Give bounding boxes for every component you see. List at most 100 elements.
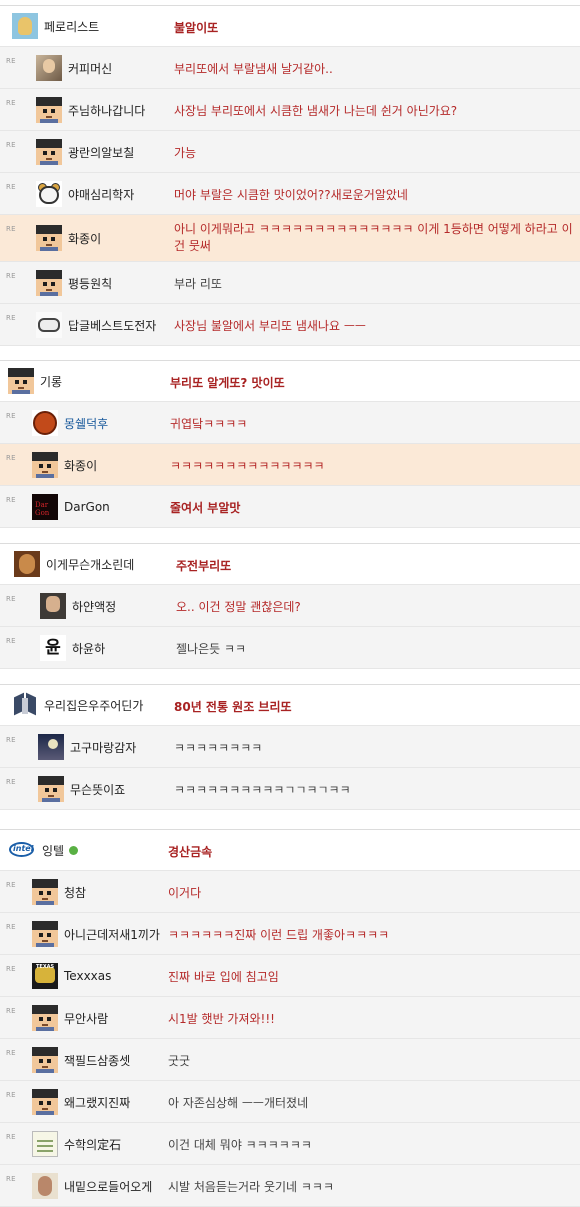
comment-text: 사장님 불알에서 부리또 냄새나요 ㅡㅡ bbox=[174, 319, 366, 333]
shell-avatar[interactable] bbox=[32, 410, 58, 436]
reply-row: RE 아니근데저새1끼가 ㅋㅋㅋㅋㅋㅋ진짜 이런 드립 개좋아ㅋㅋㅋㅋ bbox=[0, 913, 580, 955]
avatar-text: 윤 bbox=[45, 638, 61, 658]
dark-avatar[interactable]: Dar Gon bbox=[32, 494, 58, 520]
username[interactable]: 답글베스트도전자 bbox=[68, 317, 156, 334]
username[interactable]: 화종이 bbox=[64, 457, 97, 474]
username[interactable]: 잉텔 bbox=[42, 842, 64, 859]
avatar-text: TEXAS bbox=[36, 964, 55, 970]
night-avatar[interactable] bbox=[38, 734, 64, 760]
username[interactable]: 평등원칙 bbox=[68, 275, 112, 292]
gamepad-avatar[interactable] bbox=[36, 312, 62, 338]
comment-thread: 기롱 부리또 알게또? 맛이또 RE 몽쉘덕후 귀엽닼ㅋㅋㅋㅋ RE 화종이 ㅋㅋㅋㅋㅋㅋㅋㅋ… bbox=[0, 360, 580, 528]
reply-arrow-icon: RE bbox=[6, 923, 16, 931]
main-comment-row: 우리집은우주어딘가 80년 전통 원조 브리또 bbox=[0, 685, 580, 726]
duck-avatar[interactable] bbox=[12, 13, 38, 39]
reply-row: RE 내밑으로들어오게 시발 처음듣는거라 웃기네 ㅋㅋㅋ bbox=[0, 1165, 580, 1207]
comment-thread: intel 잉텔 경산금속 RE 청참 이거다 RE 아니근데저새1끼가 ㅋㅋㅋㅋㅋㅋ진짜 이런… bbox=[0, 829, 580, 1207]
user-info: 왜그랬지진짜 bbox=[32, 1089, 130, 1115]
main-comment-row: 기롱 부리또 알게또? 맛이또 bbox=[0, 361, 580, 402]
user-info: 야매심리학자 bbox=[36, 181, 134, 207]
intel-avatar[interactable]: intel bbox=[8, 837, 36, 863]
reply-row: RE 야매심리학자 머야 부랄은 시큼한 맛이었어??새로운거알았네 bbox=[0, 173, 580, 215]
username[interactable]: 청참 bbox=[64, 884, 86, 901]
username[interactable]: 무안사람 bbox=[64, 1010, 108, 1027]
reply-arrow-icon: RE bbox=[6, 141, 16, 149]
reply-row: RE 주님하나갑니다 사장님 부리또에서 시큼한 냄새가 나는데 쉰거 아닌가요? bbox=[0, 89, 580, 131]
yun-avatar[interactable]: 윤 bbox=[40, 635, 66, 661]
username[interactable]: 기롱 bbox=[40, 373, 62, 390]
user-info: 고구마랑감자 bbox=[38, 734, 136, 760]
comment-text: 굿굿 bbox=[168, 1054, 191, 1068]
username[interactable]: 무슨뜻이죠 bbox=[70, 781, 125, 798]
pixel-face-avatar[interactable] bbox=[32, 921, 58, 947]
comment-thread: 이게무슨개소린데 주전부리또 RE 하얀액정 오.. 이건 정말 괜찮은데? RE 윤 하윤하… bbox=[0, 543, 580, 669]
username[interactable]: 광란의알보칠 bbox=[68, 144, 134, 161]
reply-arrow-icon: RE bbox=[6, 1133, 16, 1141]
username[interactable]: DarGon bbox=[64, 500, 110, 514]
reply-row: RE 잭필드삼종셋 굿굿 bbox=[0, 1039, 580, 1081]
reply-arrow-icon: RE bbox=[6, 272, 16, 280]
comment-text: 부리또에서 부랄냄새 날거같아.. bbox=[174, 62, 333, 76]
username[interactable]: 하얀액정 bbox=[72, 598, 116, 615]
pixel-face-avatar[interactable] bbox=[36, 97, 62, 123]
username[interactable]: 고구마랑감자 bbox=[70, 739, 136, 756]
username[interactable]: 이게무슨개소린데 bbox=[46, 556, 134, 573]
reply-arrow-icon: RE bbox=[6, 736, 16, 744]
pixel-face-avatar[interactable] bbox=[32, 452, 58, 478]
username[interactable]: 하윤하 bbox=[72, 640, 105, 657]
sock-avatar[interactable] bbox=[32, 1173, 58, 1199]
username[interactable]: 내밑으로들어오게 bbox=[64, 1178, 152, 1195]
user-info: 내밑으로들어오게 bbox=[32, 1173, 152, 1199]
texas-avatar[interactable]: TEXAS bbox=[32, 963, 58, 989]
comment-text: 시발 처음듣는거라 웃기네 ㅋㅋㅋ bbox=[168, 1180, 335, 1194]
user-info: 이게무슨개소린데 bbox=[14, 551, 134, 577]
pixel-face-avatar[interactable] bbox=[32, 879, 58, 905]
pixel-face-avatar[interactable] bbox=[38, 776, 64, 802]
username[interactable]: Texxxas bbox=[64, 969, 111, 983]
comment-text: 아 자존심상해 ㅡㅡ개터졌네 bbox=[168, 1096, 309, 1110]
reply-row: RE 왜그랬지진짜 아 자존심상해 ㅡㅡ개터졌네 bbox=[0, 1081, 580, 1123]
username[interactable]: 수학의定石 bbox=[64, 1136, 121, 1153]
username[interactable]: 몽쉘덕후 bbox=[64, 415, 108, 432]
comment-text: 시1발 햇반 가져와!!! bbox=[168, 1012, 275, 1026]
pixel-face-avatar[interactable] bbox=[36, 225, 62, 251]
pixel-face-avatar[interactable] bbox=[32, 1005, 58, 1031]
comment-text: 부라 리또 bbox=[174, 277, 222, 291]
username[interactable]: 주님하나갑니다 bbox=[68, 102, 145, 119]
reply-row: RE Dar Gon DarGon 줄여서 부알맛 bbox=[0, 486, 580, 528]
user-info: 무안사람 bbox=[32, 1005, 108, 1031]
username[interactable]: 페로리스트 bbox=[44, 18, 99, 35]
reply-arrow-icon: RE bbox=[6, 496, 16, 504]
pixel-face-avatar[interactable] bbox=[32, 1047, 58, 1073]
username[interactable]: 화종이 bbox=[68, 230, 101, 247]
dog-avatar[interactable] bbox=[14, 551, 40, 577]
username[interactable]: 커피머신 bbox=[68, 60, 112, 77]
book-avatar[interactable] bbox=[32, 1131, 58, 1157]
reply-arrow-icon: RE bbox=[6, 1175, 16, 1183]
user-info: 하얀액정 bbox=[40, 593, 116, 619]
reply-row: RE 평등원칙 부라 리또 bbox=[0, 262, 580, 304]
avatar-text: Dar Gon bbox=[35, 501, 50, 517]
reply-row: RE 답글베스트도전자 사장님 불알에서 부리또 냄새나요 ㅡㅡ bbox=[0, 304, 580, 346]
username[interactable]: 야매심리학자 bbox=[68, 186, 134, 203]
pixel-face-avatar[interactable] bbox=[36, 270, 62, 296]
pixel-face-avatar[interactable] bbox=[32, 1089, 58, 1115]
main-comment-row: intel 잉텔 경산금속 bbox=[0, 830, 580, 871]
reply-row: RE 화종이 ㅋㅋㅋㅋㅋㅋㅋㅋㅋㅋㅋㅋㅋㅋ bbox=[0, 444, 580, 486]
comment-thread: 페로리스트 불알이또 RE 커피머신 부리또에서 부랄냄새 날거같아.. RE 주님하나갑니… bbox=[0, 5, 580, 346]
username[interactable]: 잭필드삼종셋 bbox=[64, 1052, 130, 1069]
username[interactable]: 왜그랬지진짜 bbox=[64, 1094, 130, 1111]
user-info: 잭필드삼종셋 bbox=[32, 1047, 130, 1073]
username[interactable]: 우리집은우주어딘가 bbox=[44, 697, 143, 714]
reply-arrow-icon: RE bbox=[6, 183, 16, 191]
bear-avatar[interactable] bbox=[36, 181, 62, 207]
pixel-face-avatar[interactable] bbox=[8, 368, 34, 394]
dragon-avatar[interactable] bbox=[12, 692, 38, 718]
photo-avatar[interactable] bbox=[36, 55, 62, 81]
username[interactable]: 아니근데저새1끼가 bbox=[64, 926, 160, 943]
pixel-face-avatar[interactable] bbox=[36, 139, 62, 165]
reply-arrow-icon: RE bbox=[6, 881, 16, 889]
user-info: 몽쉘덕후 bbox=[32, 410, 108, 436]
user-info: 기롱 bbox=[8, 368, 62, 394]
anime-avatar[interactable] bbox=[40, 593, 66, 619]
